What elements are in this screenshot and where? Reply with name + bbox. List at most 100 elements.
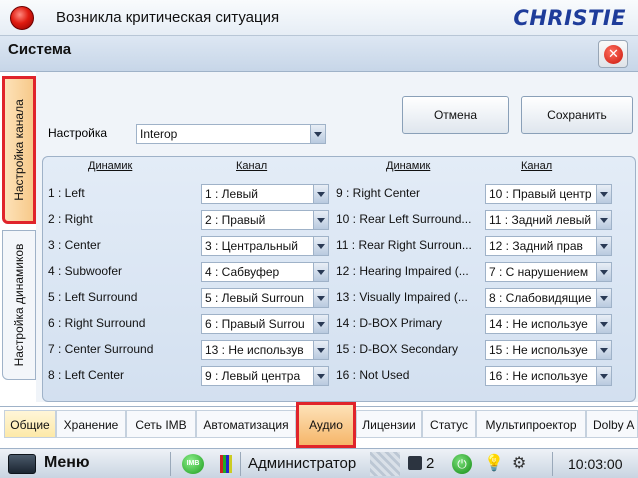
speaker-label: 2 : Right [48, 212, 93, 226]
speaker-label: 1 : Left [48, 186, 85, 200]
channel-dropdown[interactable]: 2 : Правый [201, 210, 329, 230]
projector-count: 2 [426, 455, 435, 472]
chevron-down-icon [596, 289, 611, 307]
channel-value: 10 : Правый центр [489, 187, 592, 201]
status-stripes [370, 452, 400, 476]
lamp-icon[interactable]: 💡 [484, 453, 504, 472]
tab-status[interactable]: Статус [422, 410, 476, 438]
channel-dropdown[interactable]: 14 : Не используе [485, 314, 612, 334]
speaker-label: 10 : Rear Left Surround... [336, 212, 472, 226]
divider [240, 452, 241, 476]
window-titlebar: Система ✕ [0, 36, 638, 72]
channel-dropdown[interactable]: 6 : Правый Surrou [201, 314, 329, 334]
channel-dropdown[interactable]: 7 : С нарушением [485, 262, 612, 282]
speaker-column-header-2: Динамик [386, 160, 431, 172]
power-icon[interactable]: ⏻ [452, 454, 472, 474]
tools-icon[interactable]: ⚙ [512, 453, 526, 472]
tab-audio[interactable]: Аудио [296, 402, 356, 448]
channel-value: 9 : Левый центра [205, 369, 301, 383]
speaker-label: 14 : D-BOX Primary [336, 316, 443, 330]
chevron-down-icon [313, 315, 328, 333]
channel-dropdown[interactable]: 4 : Сабвуфер [201, 262, 329, 282]
channel-value: 16 : Не используе [489, 369, 588, 383]
tab-channel-settings-label: Настройка канала [12, 99, 26, 201]
speaker-label: 15 : D-BOX Secondary [336, 342, 459, 356]
clock: 10:03:00 [568, 456, 623, 472]
speaker-label: 8 : Left Center [48, 368, 125, 382]
channel-dropdown[interactable]: 3 : Центральный [201, 236, 329, 256]
channel-dropdown[interactable]: 15 : Не используе [485, 340, 612, 360]
channel-dropdown[interactable]: 12 : Задний прав [485, 236, 612, 256]
user-icon [220, 455, 232, 473]
user-name[interactable]: Администратор [248, 455, 356, 472]
speaker-column-header: Динамик [88, 160, 133, 172]
channel-dropdown[interactable]: 13 : Не использув [201, 340, 329, 360]
tab-multiprojector[interactable]: Мультипроектор [476, 410, 586, 438]
channel-dropdown[interactable]: 9 : Левый центра [201, 366, 329, 386]
channel-value: 12 : Задний прав [489, 239, 583, 253]
chevron-down-icon [310, 125, 325, 143]
tab-imb-network[interactable]: Сеть IMB [126, 410, 196, 438]
channel-value: 1 : Левый [205, 187, 258, 201]
channel-column-header-2: Канал [521, 160, 553, 172]
channel-value: 7 : С нарушением [489, 265, 589, 279]
channel-dropdown[interactable]: 10 : Правый центр [485, 184, 612, 204]
alert-icon[interactable] [10, 6, 34, 30]
alert-bar[interactable]: Возникла критическая ситуация CHRISTIE [0, 0, 638, 36]
preset-dropdown[interactable]: Interop [136, 124, 326, 144]
speaker-label: 16 : Not Used [336, 368, 410, 382]
imb-status-icon[interactable]: IMB [182, 454, 204, 474]
projector-icon [408, 456, 422, 470]
preset-label: Настройка [48, 126, 108, 140]
divider [552, 452, 553, 476]
page-title: Система [8, 41, 72, 58]
chevron-down-icon [596, 341, 611, 359]
chevron-down-icon [313, 341, 328, 359]
speaker-label: 5 : Left Surround [48, 290, 138, 304]
channel-dropdown[interactable]: 1 : Левый [201, 184, 329, 204]
chevron-down-icon [596, 237, 611, 255]
channel-value: 14 : Не используе [489, 317, 588, 331]
close-icon: ✕ [604, 45, 623, 64]
tab-speaker-settings[interactable]: Настройка динамиков [2, 230, 36, 380]
channel-column-header: Канал [236, 160, 268, 172]
speaker-label: 6 : Right Surround [48, 316, 146, 330]
channel-value: 4 : Сабвуфер [205, 265, 280, 279]
tab-licenses[interactable]: Лицензии [356, 410, 422, 438]
chevron-down-icon [596, 263, 611, 281]
speaker-label: 11 : Rear Right Surroun... [336, 238, 472, 252]
save-button[interactable]: Сохранить [521, 96, 633, 134]
channel-value: 6 : Правый Surrou [205, 317, 305, 331]
channel-dropdown[interactable]: 8 : Слабовидящие [485, 288, 612, 308]
channel-dropdown[interactable]: 5 : Левый Surroun [201, 288, 329, 308]
tab-storage[interactable]: Хранение [56, 410, 126, 438]
tab-automation[interactable]: Автоматизация [196, 410, 296, 438]
channel-dropdown[interactable]: 11 : Задний левый [485, 210, 612, 230]
chevron-down-icon [313, 237, 328, 255]
close-button[interactable]: ✕ [598, 40, 628, 68]
taskbar: Меню IMB Администратор 2 ⏻ 💡 ⚙ 10:03:00 [0, 448, 638, 478]
speaker-label: 13 : Visually Impaired (... [336, 290, 468, 304]
projector-menu-icon[interactable] [8, 454, 36, 474]
cancel-button[interactable]: Отмена [402, 96, 509, 134]
channel-value: 8 : Слабовидящие [489, 291, 592, 305]
channel-dropdown[interactable]: 16 : Не используе [485, 366, 612, 386]
speaker-label: 3 : Center [48, 238, 101, 252]
channel-value: 15 : Не используе [489, 343, 588, 357]
channel-value: 5 : Левый Surroun [205, 291, 304, 305]
tab-general[interactable]: Общие [4, 410, 56, 438]
chevron-down-icon [596, 367, 611, 385]
chevron-down-icon [313, 289, 328, 307]
channel-value: 13 : Не использув [205, 343, 304, 357]
chevron-down-icon [596, 315, 611, 333]
tab-dolby[interactable]: Dolby A [586, 410, 638, 438]
tab-speaker-settings-label: Настройка динамиков [12, 243, 26, 367]
chevron-down-icon [313, 185, 328, 203]
brand-logo: CHRISTIE [513, 6, 626, 30]
speaker-label: 4 : Subwoofer [48, 264, 123, 278]
chevron-down-icon [313, 211, 328, 229]
main-content: Отмена Сохранить Настройка Interop Динам… [36, 72, 638, 402]
tab-channel-settings[interactable]: Настройка канала [2, 76, 36, 224]
menu-button[interactable]: Меню [44, 454, 90, 472]
chevron-down-icon [313, 367, 328, 385]
